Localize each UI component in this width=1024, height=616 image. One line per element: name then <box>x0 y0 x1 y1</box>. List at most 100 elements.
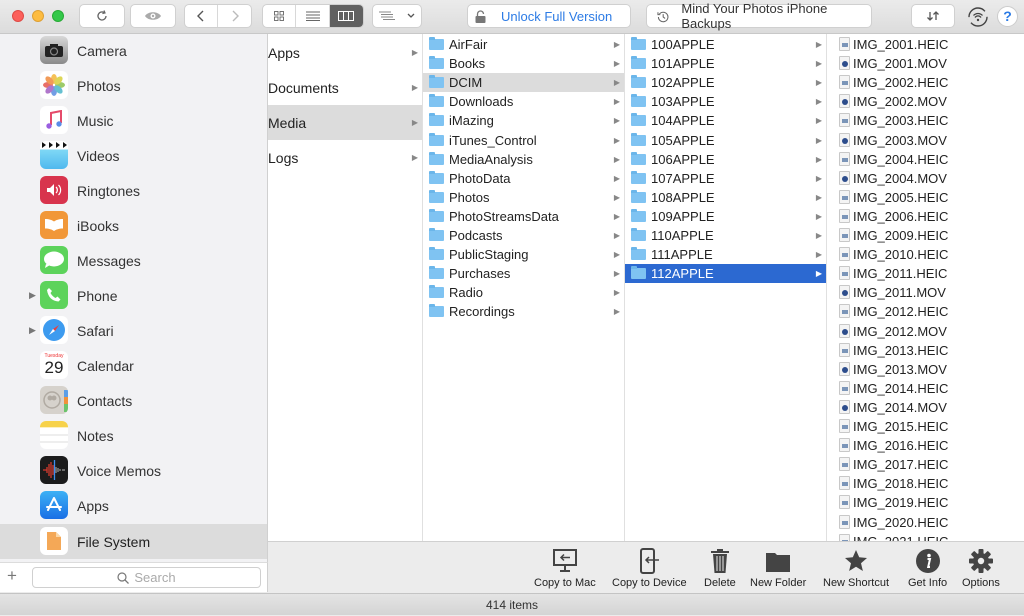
sidebar-item-notes[interactable]: Notes <box>0 418 267 453</box>
sidebar-item-phone[interactable]: ▶ Phone <box>0 278 267 313</box>
file-row[interactable]: IMG_2016.HEIC <box>827 436 1024 455</box>
folder-row[interactable]: iMazing ▶ <box>423 111 624 130</box>
file-row[interactable]: IMG_2012.MOV <box>827 322 1024 341</box>
folder-row[interactable]: AirFair ▶ <box>423 35 624 54</box>
folder-row[interactable]: Logs ▶ <box>268 140 422 175</box>
folder-row[interactable]: 100APPLE ▶ <box>625 35 826 54</box>
close-window-button[interactable] <box>12 10 24 22</box>
file-row[interactable]: IMG_2005.HEIC <box>827 188 1024 207</box>
folder-row[interactable]: Radio ▶ <box>423 283 624 302</box>
sidebar-item-apps[interactable]: Apps <box>0 488 267 523</box>
folder-row[interactable]: 104APPLE ▶ <box>625 111 826 130</box>
sidebar-item-contacts[interactable]: Contacts <box>0 383 267 418</box>
file-row[interactable]: IMG_2013.HEIC <box>827 341 1024 360</box>
folder-row[interactable]: 109APPLE ▶ <box>625 207 826 226</box>
unlock-full-version-button[interactable]: Unlock Full Version <box>467 4 631 28</box>
search-input[interactable]: Search <box>32 567 261 588</box>
list-view-button[interactable] <box>296 5 330 27</box>
folder-row[interactable]: 106APPLE ▶ <box>625 150 826 169</box>
sidebar-item-photos[interactable]: Photos <box>0 68 267 103</box>
file-row[interactable]: IMG_2002.MOV <box>827 92 1024 111</box>
sort-dropdown[interactable] <box>372 4 422 28</box>
help-button[interactable]: ? <box>997 6 1018 27</box>
add-button[interactable]: + <box>7 566 17 586</box>
folder-row[interactable]: MediaAnalysis ▶ <box>423 150 624 169</box>
file-row[interactable]: IMG_2004.MOV <box>827 169 1024 188</box>
file-row[interactable]: IMG_2017.HEIC <box>827 455 1024 474</box>
file-row[interactable]: IMG_2003.MOV <box>827 131 1024 150</box>
folder-row[interactable]: Books ▶ <box>423 54 624 73</box>
file-row[interactable]: IMG_2011.HEIC <box>827 264 1024 283</box>
refresh-button[interactable] <box>79 4 125 28</box>
sidebar-item-music[interactable]: Music <box>0 103 267 138</box>
file-row[interactable]: IMG_2019.HEIC <box>827 493 1024 512</box>
sidebar-item-messages[interactable]: Messages <box>0 243 267 278</box>
file-row[interactable]: IMG_2004.HEIC <box>827 150 1024 169</box>
file-row[interactable]: IMG_2021.HEIC <box>827 532 1024 541</box>
folder-row[interactable]: Podcasts ▶ <box>423 226 624 245</box>
folder-row[interactable]: 101APPLE ▶ <box>625 54 826 73</box>
folder-row[interactable]: iTunes_Control ▶ <box>423 131 624 150</box>
forward-button[interactable] <box>218 5 251 27</box>
folder-row[interactable]: 102APPLE ▶ <box>625 73 826 92</box>
folder-row[interactable]: 111APPLE ▶ <box>625 245 826 264</box>
disclosure-triangle-icon[interactable]: ▶ <box>29 290 36 301</box>
file-row[interactable]: IMG_2012.HEIC <box>827 302 1024 321</box>
sidebar-item-videos[interactable]: Videos <box>0 138 267 173</box>
file-row[interactable]: IMG_2013.MOV <box>827 360 1024 379</box>
file-row[interactable]: IMG_2014.HEIC <box>827 379 1024 398</box>
file-row[interactable]: IMG_2009.HEIC <box>827 226 1024 245</box>
transfer-button[interactable] <box>911 4 955 28</box>
preview-button[interactable] <box>130 4 176 28</box>
zoom-window-button[interactable] <box>52 10 64 22</box>
file-row[interactable]: IMG_2001.MOV <box>827 54 1024 73</box>
minimize-window-button[interactable] <box>32 10 44 22</box>
folder-row[interactable]: Recordings ▶ <box>423 302 624 321</box>
folder-row[interactable]: 112APPLE ▶ <box>625 264 826 284</box>
get-info-button[interactable]: Get Info <box>908 548 947 589</box>
new-shortcut-button[interactable]: New Shortcut <box>823 548 889 589</box>
file-row[interactable]: IMG_2010.HEIC <box>827 245 1024 264</box>
icon-view-button[interactable] <box>263 5 297 27</box>
sidebar-item-ringtones[interactable]: Ringtones <box>0 173 267 208</box>
sidebar-item-camera[interactable]: Camera <box>0 34 267 68</box>
sidebar-item-ibooks[interactable]: iBooks <box>0 208 267 243</box>
options-button[interactable]: Options <box>962 548 1000 589</box>
folder-row[interactable]: 110APPLE ▶ <box>625 226 826 245</box>
file-row[interactable]: IMG_2011.MOV <box>827 283 1024 302</box>
folder-row[interactable]: Documents ▶ <box>268 70 422 105</box>
folder-row[interactable]: DCIM ▶ <box>423 73 624 93</box>
folder-row[interactable]: Photos ▶ <box>423 188 624 207</box>
folder-row[interactable]: Apps ▶ <box>268 35 422 70</box>
file-row[interactable]: IMG_2014.MOV <box>827 398 1024 417</box>
folder-row[interactable]: 108APPLE ▶ <box>625 188 826 207</box>
folder-row[interactable]: 103APPLE ▶ <box>625 92 826 111</box>
sidebar-item-calendar[interactable]: Tuesday 29 Calendar <box>0 348 267 383</box>
wifi-sync-button[interactable] <box>967 6 989 28</box>
file-row[interactable]: IMG_2015.HEIC <box>827 417 1024 436</box>
sidebar-item-safari[interactable]: ▶ Safari <box>0 313 267 348</box>
folder-row[interactable]: PhotoData ▶ <box>423 169 624 188</box>
copy-to-mac-button[interactable]: Copy to Mac <box>534 548 596 589</box>
folder-row[interactable]: 105APPLE ▶ <box>625 131 826 150</box>
folder-row[interactable]: Purchases ▶ <box>423 264 624 283</box>
new-folder-button[interactable]: New Folder <box>750 548 806 589</box>
column-view-button[interactable] <box>329 5 363 27</box>
file-row[interactable]: IMG_2002.HEIC <box>827 73 1024 92</box>
file-row[interactable]: IMG_2003.HEIC <box>827 111 1024 130</box>
copy-to-device-button[interactable]: Copy to Device <box>612 548 687 589</box>
folder-row[interactable]: 107APPLE ▶ <box>625 169 826 188</box>
disclosure-triangle-icon[interactable]: ▶ <box>29 325 36 336</box>
delete-button[interactable]: Delete <box>704 548 736 589</box>
back-button[interactable] <box>185 5 219 27</box>
folder-row[interactable]: PhotoStreamsData ▶ <box>423 207 624 226</box>
file-row[interactable]: IMG_2018.HEIC <box>827 474 1024 493</box>
folder-row[interactable]: PublicStaging ▶ <box>423 245 624 264</box>
file-row[interactable]: IMG_2001.HEIC <box>827 35 1024 54</box>
sidebar-item-file-system[interactable]: File System <box>0 524 267 559</box>
sidebar-item-voice-memos[interactable]: Voice Memos <box>0 453 267 488</box>
file-row[interactable]: IMG_2020.HEIC <box>827 513 1024 532</box>
mind-your-photos-button[interactable]: Mind Your Photos iPhone Backups <box>646 1 872 31</box>
file-row[interactable]: IMG_2006.HEIC <box>827 207 1024 226</box>
folder-row[interactable]: Media ▶ <box>268 105 422 140</box>
